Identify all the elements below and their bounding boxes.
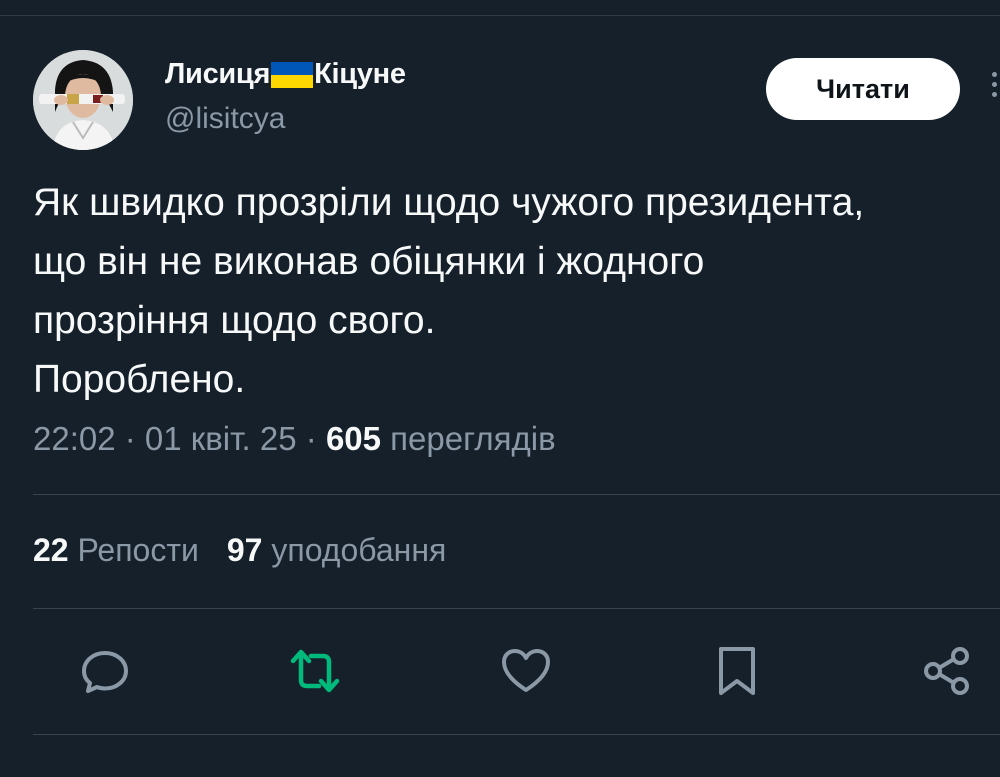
user-handle[interactable]: @lisitcya: [165, 102, 285, 136]
tweet-text: Як швидко прозріли щодо чужого президент…: [33, 173, 993, 409]
tweet-text-line: Пороблено.: [33, 358, 246, 401]
tweet-time[interactable]: 22:02: [33, 420, 116, 457]
bookmark-icon: [719, 647, 755, 695]
share-icon: [924, 647, 969, 695]
likes-count: 97: [226, 532, 263, 568]
display-name-suffix: Кіцуне: [314, 58, 406, 90]
avatar[interactable]: [33, 50, 133, 150]
more-options-icon[interactable]: [992, 72, 1000, 108]
share-button[interactable]: [920, 644, 974, 698]
divider: [33, 494, 1000, 495]
like-button[interactable]: [499, 644, 553, 698]
repost-button[interactable]: [288, 644, 342, 698]
meta-separator: ·: [296, 420, 326, 457]
tweet-text-line: що він не виконав обіцянки і жодного: [33, 240, 705, 283]
top-divider: [0, 15, 1000, 16]
avatar-image: [33, 50, 133, 150]
tweet-meta: 22:02 · 01 квіт. 25 · 605 переглядів: [33, 420, 556, 458]
tweet-text-line: Як швидко прозріли щодо чужого президент…: [33, 181, 865, 224]
reposts-count: 22: [33, 532, 69, 568]
reposts-label: Репости: [77, 532, 199, 568]
divider: [33, 608, 1000, 609]
engagement-stats: 22 Репости 97 уподобання: [33, 532, 474, 569]
views-label: переглядів: [390, 420, 556, 457]
ukraine-flag-icon: [271, 61, 314, 88]
meta-separator: ·: [115, 420, 145, 457]
likes-label: уподобання: [271, 532, 447, 568]
tweet-text-line: прозріння щодо свого.: [33, 299, 436, 342]
like-icon: [502, 649, 550, 692]
bookmark-button[interactable]: [710, 644, 764, 698]
views-count: 605: [325, 420, 381, 457]
divider: [33, 734, 1000, 735]
likes-stat[interactable]: 97 уподобання: [227, 532, 446, 569]
display-name[interactable]: Лисиця Кіцуне: [165, 58, 406, 91]
repost-icon: [290, 649, 340, 693]
reposts-stat[interactable]: 22 Репости: [33, 532, 199, 569]
reply-button[interactable]: [78, 644, 132, 698]
follow-button[interactable]: Читати: [766, 58, 960, 120]
reply-icon: [82, 651, 128, 693]
tweet-date[interactable]: 01 квіт. 25: [145, 420, 297, 457]
display-name-prefix: Лисиця: [165, 58, 271, 90]
